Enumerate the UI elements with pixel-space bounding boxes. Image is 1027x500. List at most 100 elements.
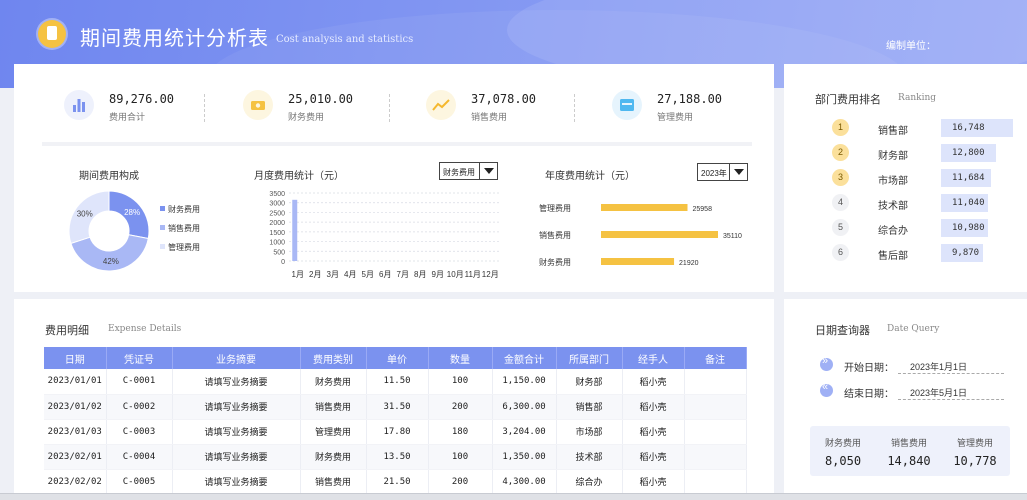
rank-number: 5	[832, 219, 849, 236]
column-header[interactable]: 凭证号	[106, 347, 173, 369]
table-cell[interactable]: 市场部	[556, 419, 623, 445]
details-title: 费用明细	[45, 325, 89, 337]
table-cell[interactable]: 11.50	[366, 369, 429, 395]
table-cell[interactable]: 6,300.00	[492, 394, 557, 420]
table-cell[interactable]	[684, 469, 747, 495]
y-tick-label: 2500	[269, 210, 285, 217]
table-cell[interactable]: 2023/01/02	[44, 394, 107, 420]
table-cell[interactable]: 100	[428, 444, 493, 470]
kpi-label: 费用合计	[109, 112, 146, 122]
section-divider	[42, 142, 752, 146]
chevron-down-icon[interactable]	[729, 164, 747, 180]
table-cell[interactable]: 销售费用	[300, 469, 367, 495]
column-header[interactable]: 业务摘要	[172, 347, 301, 369]
column-header[interactable]: 金额合计	[492, 347, 557, 369]
table-cell[interactable]: 稻小壳	[622, 394, 685, 420]
x-tick-label: 4月	[344, 270, 356, 279]
table-row[interactable]: 2023/01/01 C-0001 请填写业务摘要 财务费用 11.50 100 1,150…	[44, 369, 747, 395]
pie-slice-label: 30%	[77, 209, 93, 218]
table-cell[interactable]: 稻小壳	[622, 444, 685, 470]
table-cell[interactable]: 请填写业务摘要	[172, 444, 301, 470]
x-tick-label: 10月	[447, 270, 464, 279]
table-cell[interactable]: 请填写业务摘要	[172, 394, 301, 420]
table-cell[interactable]: 200	[428, 394, 493, 420]
trend-icon	[426, 90, 456, 120]
rank-department: 市场部	[878, 176, 908, 187]
bar	[601, 231, 718, 238]
table-cell[interactable]: 请填写业务摘要	[172, 419, 301, 445]
table-cell[interactable]: 稻小壳	[622, 469, 685, 495]
column-header[interactable]: 所属部门	[556, 347, 623, 369]
legend-entry: 销售费用	[168, 223, 200, 233]
table-cell[interactable]: 100	[428, 369, 493, 395]
table-cell[interactable]: 180	[428, 419, 493, 445]
table-cell[interactable]: C-0001	[106, 369, 173, 395]
table-cell[interactable]	[684, 444, 747, 470]
table-cell[interactable]: 2023/02/02	[44, 469, 107, 495]
start-date-input[interactable]: 2023年1月1日	[898, 360, 1004, 374]
report-logo-icon	[38, 20, 66, 48]
ranking-title-en: Ranking	[898, 93, 937, 103]
table-cell[interactable]: 21.50	[366, 469, 429, 495]
rank-number: 4	[832, 194, 849, 211]
table-cell[interactable]: 请填写业务摘要	[172, 469, 301, 495]
kpi-value: 25,010.00	[288, 92, 354, 106]
table-cell[interactable]: 财务费用	[300, 444, 367, 470]
table-row[interactable]: 2023/01/03 C-0003 请填写业务摘要 管理费用 17.80 180 3,204…	[44, 419, 747, 445]
x-tick-label: 12月	[482, 270, 499, 279]
column-header[interactable]: 经手人	[622, 347, 685, 369]
table-cell[interactable]: C-0002	[106, 394, 173, 420]
bar-value-label: 25958	[693, 206, 713, 213]
table-cell[interactable]: 财务费用	[300, 369, 367, 395]
table-cell[interactable]: 请填写业务摘要	[172, 369, 301, 395]
query-summary-box: 财务费用 8,050 销售费用 14,840 管理费用 10,778	[810, 426, 1010, 476]
table-row[interactable]: 2023/02/01 C-0004 请填写业务摘要 财务费用 13.50 100 1,350…	[44, 444, 747, 470]
column-header[interactable]: 数量	[428, 347, 493, 369]
select-value: 财务费用	[443, 168, 475, 177]
rank-number: 1	[832, 119, 849, 136]
chevron-down-icon[interactable]	[479, 163, 497, 179]
table-cell[interactable]: 稻小壳	[622, 419, 685, 445]
table-cell[interactable]: 31.50	[366, 394, 429, 420]
table-cell[interactable]: 销售部	[556, 394, 623, 420]
table-cell[interactable]: 销售费用	[300, 394, 367, 420]
table-cell[interactable]: 17.80	[366, 419, 429, 445]
table-cell[interactable]	[684, 394, 747, 420]
table-cell[interactable]: 1,350.00	[492, 444, 557, 470]
monthly-category-select[interactable]: 财务费用	[439, 162, 498, 180]
table-cell[interactable]: 技术部	[556, 444, 623, 470]
table-cell[interactable]: 200	[428, 469, 493, 495]
column-header[interactable]: 单价	[366, 347, 429, 369]
table-cell[interactable]	[684, 369, 747, 395]
table-cell[interactable]: 2023/01/03	[44, 419, 107, 445]
x-tick-label: 1月	[292, 270, 304, 279]
table-cell[interactable]: 3,204.00	[492, 419, 557, 445]
table-cell[interactable]: 2023/01/01	[44, 369, 107, 395]
summary-sales: 销售费用 14,840	[876, 436, 942, 468]
table-cell[interactable]: 管理费用	[300, 419, 367, 445]
end-date-icon	[820, 381, 833, 397]
bar	[601, 258, 675, 265]
column-header[interactable]: 日期	[44, 347, 107, 369]
table-row[interactable]: 2023/02/02 C-0005 请填写业务摘要 销售费用 21.50 200 4,300…	[44, 469, 747, 495]
table-cell[interactable]: 1,150.00	[492, 369, 557, 395]
rank-department: 售后部	[878, 251, 908, 262]
table-row[interactable]: 2023/01/02 C-0002 请填写业务摘要 销售费用 31.50 200 6,300…	[44, 394, 747, 420]
table-cell[interactable]: 综合办	[556, 469, 623, 495]
unit-label: 编制单位：	[886, 41, 936, 52]
pie-chart: 28% 42% 30% 财务费用销售费用管理费用	[68, 190, 200, 272]
table-cell[interactable]	[684, 419, 747, 445]
table-cell[interactable]: 2023/02/01	[44, 444, 107, 470]
column-header[interactable]: 费用类别	[300, 347, 367, 369]
table-cell[interactable]: 4,300.00	[492, 469, 557, 495]
table-cell[interactable]: C-0004	[106, 444, 173, 470]
table-cell[interactable]: 财务部	[556, 369, 623, 395]
legend-swatch	[160, 225, 165, 230]
table-cell[interactable]: 稻小壳	[622, 369, 685, 395]
table-cell[interactable]: C-0003	[106, 419, 173, 445]
annual-year-select[interactable]: 2023年	[697, 163, 748, 181]
table-cell[interactable]: C-0005	[106, 469, 173, 495]
table-cell[interactable]: 13.50	[366, 444, 429, 470]
end-date-input[interactable]: 2023年5月1日	[898, 386, 1004, 400]
column-header[interactable]: 备注	[684, 347, 747, 369]
